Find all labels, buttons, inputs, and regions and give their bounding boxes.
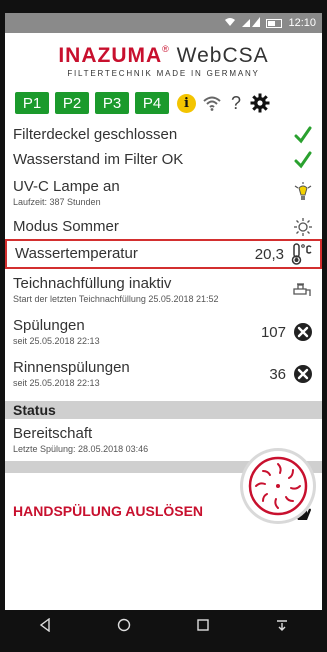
list-item-filter-lid: Filterdeckel geschlossen [5, 122, 322, 147]
info-icon[interactable]: i [177, 93, 196, 113]
logo-product: WebCSA [176, 43, 269, 67]
reset-flushes-icon[interactable] [292, 321, 314, 343]
back-icon[interactable] [25, 610, 65, 640]
program-p3-button[interactable]: P3 [95, 92, 129, 114]
brand-logo: INAZUMA® WebCSA FILTERTECHNIK MADE IN GE… [58, 43, 269, 78]
clock: 12:10 [288, 17, 316, 29]
check-icon [292, 124, 314, 146]
temperature-value: 20,3 [254, 245, 284, 263]
list-item-mode: Modus Sommer [5, 214, 322, 239]
android-nav-bar [5, 610, 322, 640]
program-p1-button[interactable]: P1 [15, 92, 49, 114]
phone-frame: 12:10 INAZUMA® WebCSA FILTERTECHNIK MADE… [0, 0, 327, 652]
reset-gutter-flushes-icon[interactable] [292, 363, 314, 385]
faucet-icon [292, 279, 314, 301]
list-item-water-temperature[interactable]: Wassertemperatur 20,3 [5, 239, 322, 269]
app-screen: 12:10 INAZUMA® WebCSA FILTERTECHNIK MADE… [5, 13, 322, 640]
list-item-uvc-lamp: UV-C Lampe an Laufzeit: 387 Stunden [5, 172, 322, 214]
list-item-gutter-flushes: Rinnenspülungen seit 25.05.2018 22:13 36 [5, 353, 322, 395]
program-p2-button[interactable]: P2 [55, 92, 89, 114]
status-list: Filterdeckel geschlossen Wasserstand im … [5, 122, 322, 395]
list-item-pond-refill: Teichnachfüllung inaktiv Start der letzt… [5, 269, 322, 311]
list-item-water-level: Wasserstand im Filter OK [5, 147, 322, 172]
lamp-icon [292, 182, 314, 204]
status-section-header: Status [5, 401, 322, 419]
flush-animation-icon [243, 451, 313, 521]
help-icon[interactable]: ? [228, 93, 244, 114]
status-bar: 12:10 [5, 13, 322, 33]
list-item-flushes: Spülungen seit 25.05.2018 22:13 107 [5, 311, 322, 353]
home-icon[interactable] [104, 610, 144, 640]
wifi-icon [224, 17, 236, 30]
gutter-flushes-count: 36 [269, 365, 286, 383]
recents-icon[interactable] [183, 610, 223, 640]
toolbar: P1 P2 P3 P4 i ? [5, 88, 322, 118]
program-p4-button[interactable]: P4 [135, 92, 169, 114]
flushes-count: 107 [260, 323, 286, 341]
logo-tagline: FILTERTECHNIK MADE IN GERMANY [67, 68, 260, 78]
battery-icon [266, 18, 283, 28]
notification-pull-icon[interactable] [262, 610, 302, 640]
check-icon [292, 149, 314, 171]
logo-brand: INAZUMA [58, 43, 163, 67]
gear-icon[interactable] [250, 93, 270, 113]
cell-signal-icon [242, 16, 261, 30]
status-state: Bereitschaft [13, 425, 93, 442]
thermometer-icon [290, 243, 312, 265]
sun-icon [292, 216, 314, 238]
wifi-icon[interactable] [202, 93, 222, 113]
